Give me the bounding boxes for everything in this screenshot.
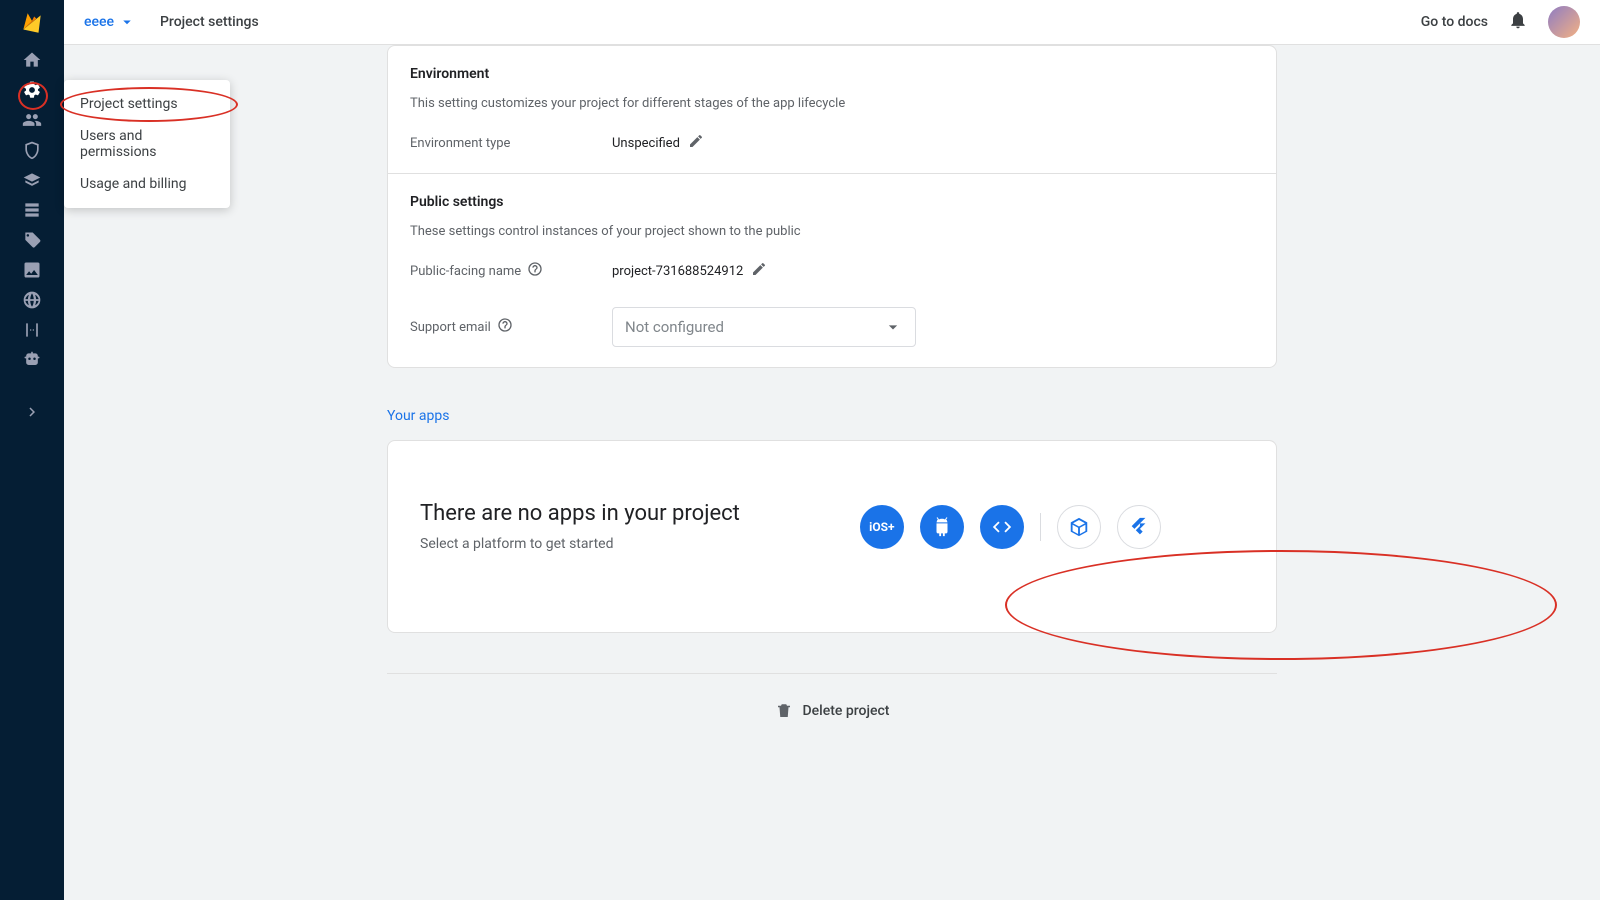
public-name-row: Public-facing name project-731688524912 [410, 261, 1254, 281]
apps-empty-sub: Select a platform to get started [420, 536, 740, 552]
public-name-label: Public-facing name [410, 261, 612, 281]
gear-icon[interactable] [0, 75, 64, 105]
avatar[interactable] [1548, 6, 1580, 38]
public-name-text: project-731688524912 [612, 264, 743, 279]
environment-section: Environment This setting customizes your… [388, 46, 1276, 173]
breadcrumb: Project settings [160, 14, 259, 30]
flutter-icon [1128, 516, 1150, 538]
edit-icon[interactable] [751, 261, 767, 281]
menu-item-project-settings[interactable]: Project settings [64, 88, 230, 120]
users-icon[interactable] [0, 105, 64, 135]
menu-item-users-permissions[interactable]: Users and permissions [64, 120, 230, 168]
edit-icon[interactable] [688, 133, 704, 153]
dropdown-icon [118, 13, 136, 31]
apps-empty-title: There are no apps in your project [420, 501, 740, 526]
main-content: Environment This setting customizes your… [64, 45, 1600, 900]
environment-type-row: Environment type Unspecified [410, 133, 1254, 153]
settings-menu: Project settings Users and permissions U… [64, 80, 230, 208]
apps-empty-text: There are no apps in your project Select… [420, 501, 740, 552]
environment-type-text: Unspecified [612, 136, 680, 151]
platform-android-button[interactable] [920, 505, 964, 549]
platform-unity-button[interactable] [1057, 505, 1101, 549]
unity-icon [1068, 516, 1090, 538]
support-email-select[interactable]: Not configured [612, 307, 916, 347]
home-icon[interactable] [0, 45, 64, 75]
support-email-label-text: Support email [410, 320, 491, 335]
help-icon[interactable] [527, 261, 543, 281]
public-name-label-text: Public-facing name [410, 264, 521, 279]
expand-sidebar-icon[interactable] [0, 397, 64, 427]
header-right: Go to docs [1421, 6, 1580, 38]
platform-web-button[interactable] [980, 505, 1024, 549]
project-selector[interactable]: eeee [84, 13, 136, 31]
image-icon[interactable] [0, 255, 64, 285]
brackets-icon[interactable] [0, 315, 64, 345]
web-icon [991, 516, 1013, 538]
your-apps-label: Your apps [387, 408, 1277, 424]
environment-type-label: Environment type [410, 136, 612, 151]
globe-icon[interactable] [0, 285, 64, 315]
delete-project-label: Delete project [803, 703, 890, 719]
delete-project-button[interactable]: Delete project [387, 674, 1277, 748]
shield-icon[interactable] [0, 135, 64, 165]
environment-type-value: Unspecified [612, 133, 704, 153]
platform-divider [1040, 513, 1041, 541]
help-icon[interactable] [497, 317, 513, 337]
environment-title: Environment [410, 66, 1254, 82]
sidebar [0, 0, 64, 900]
dropdown-icon [883, 317, 903, 337]
apps-card: There are no apps in your project Select… [387, 440, 1277, 633]
public-name-value: project-731688524912 [612, 261, 767, 281]
support-email-row: Support email Not configured [410, 307, 1254, 347]
public-desc: These settings control instances of your… [410, 224, 1254, 239]
platform-ios-button[interactable]: iOS+ [860, 505, 904, 549]
trash-icon [775, 702, 793, 720]
ios-icon: iOS+ [869, 520, 894, 534]
notifications-icon[interactable] [1508, 10, 1528, 34]
content-column: Environment This setting customizes your… [387, 45, 1277, 808]
top-header: eeee Project settings Go to docs [64, 0, 1600, 45]
public-title: Public settings [410, 194, 1254, 210]
project-name: eeee [84, 14, 114, 30]
platform-flutter-button[interactable] [1117, 505, 1161, 549]
storage-icon[interactable] [0, 195, 64, 225]
menu-item-usage-billing[interactable]: Usage and billing [64, 168, 230, 200]
tag-icon[interactable] [0, 225, 64, 255]
support-email-label: Support email [410, 317, 612, 337]
support-email-value: Not configured [625, 318, 724, 336]
platform-row: iOS+ [860, 505, 1161, 549]
settings-card: Environment This setting customizes your… [387, 45, 1277, 368]
layers-icon[interactable] [0, 165, 64, 195]
firebase-logo[interactable] [0, 0, 64, 45]
robot-icon[interactable] [0, 345, 64, 375]
environment-desc: This setting customizes your project for… [410, 96, 1254, 111]
android-icon [931, 516, 953, 538]
public-section: Public settings These settings control i… [388, 174, 1276, 367]
go-to-docs-link[interactable]: Go to docs [1421, 14, 1488, 30]
